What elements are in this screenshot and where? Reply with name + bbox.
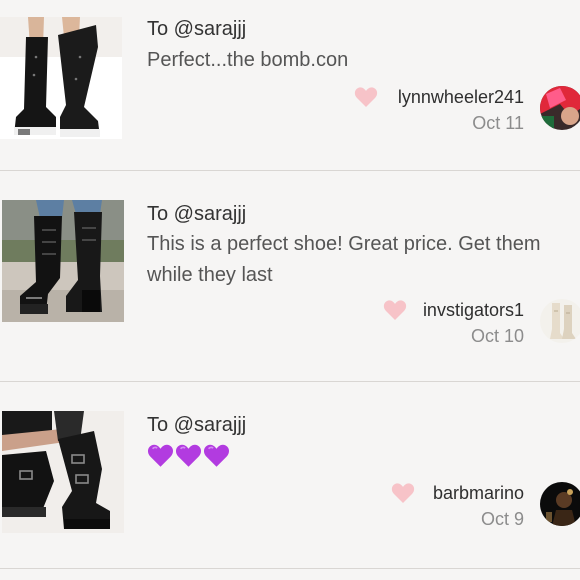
recipient-label: To @sarajjj <box>147 203 247 225</box>
username-link[interactable]: lynnwheeler241 <box>398 87 524 108</box>
divider <box>0 568 580 569</box>
comment-item: To @sarajjj 💜💜💜 barbmarino Oct 9 <box>0 382 580 568</box>
heart-icon[interactable] <box>383 299 407 321</box>
avatar[interactable] <box>540 86 580 130</box>
purple-heart-icon <box>147 444 174 467</box>
comment-item: To @sarajjj This is a perfect shoe! Grea… <box>0 171 580 381</box>
avatar[interactable] <box>540 482 580 526</box>
comments-feed: To @sarajjj Perfect...the bomb.con lynnw… <box>0 0 580 580</box>
comment-date: Oct 11 <box>472 113 524 133</box>
purple-heart-icon <box>175 444 202 467</box>
recipient-label: To @sarajjj <box>147 414 247 436</box>
product-thumbnail[interactable] <box>2 200 124 322</box>
comment-text: 💜💜💜 <box>147 440 557 471</box>
purple-heart-icon <box>203 444 230 467</box>
recipient-label: To @sarajjj <box>147 18 247 40</box>
purple-heart-emojis <box>147 443 230 471</box>
username-link[interactable]: invstigators1 <box>423 300 524 321</box>
comment-item: To @sarajjj Perfect...the bomb.con lynnw… <box>0 0 580 170</box>
heart-icon[interactable] <box>354 86 378 108</box>
avatar[interactable] <box>540 299 580 343</box>
heart-icon[interactable] <box>391 482 415 504</box>
product-thumbnail[interactable] <box>0 17 122 139</box>
comment-date: Oct 9 <box>480 509 524 529</box>
comment-text: Perfect...the bomb.con <box>147 49 349 71</box>
comment-date: Oct 10 <box>470 326 524 346</box>
username-link[interactable]: barbmarino <box>433 483 524 504</box>
product-thumbnail[interactable] <box>2 411 124 533</box>
comment-text: This is a perfect shoe! Great price. Get… <box>147 233 541 286</box>
